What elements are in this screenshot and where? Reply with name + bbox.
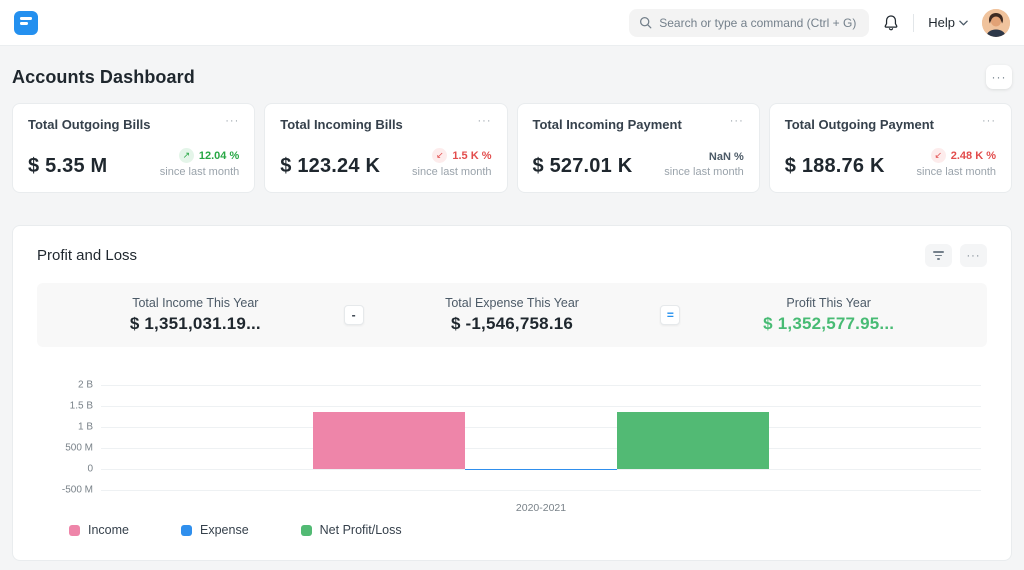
- legend-label: Income: [88, 523, 129, 537]
- summary-profit-value: $ 1,352,577.95...: [680, 314, 977, 334]
- stat-card-total-incoming-payment: Total Incoming Payment ··· $ 527.01 K Na…: [517, 103, 760, 193]
- summary-income-label: Total Income This Year: [47, 296, 344, 310]
- summary-income: Total Income This Year $ 1,351,031.19...: [47, 296, 344, 334]
- stat-cards-row: Total Outgoing Bills ··· $ 5.35 M ↗ 12.0…: [0, 103, 1024, 193]
- legend-label: Expense: [200, 523, 249, 537]
- gridline: [101, 406, 981, 407]
- y-axis-tick: -500 M: [37, 485, 93, 496]
- avatar-image: [982, 9, 1010, 37]
- card-value: $ 5.35 M: [28, 155, 107, 178]
- summary-profit: Profit This Year $ 1,352,577.95...: [680, 296, 977, 334]
- bar-net-profit-loss[interactable]: [617, 412, 769, 469]
- main-content: Accounts Dashboard ··· Total Outgoing Bi…: [0, 46, 1024, 561]
- gridline: [101, 385, 981, 386]
- legend-item-expense[interactable]: Expense: [181, 523, 249, 537]
- bar-income[interactable]: [313, 412, 465, 469]
- top-navbar: Search or type a command (Ctrl + G) Help: [0, 0, 1024, 46]
- notifications-button[interactable]: [883, 14, 899, 31]
- card-note: since last month: [664, 166, 743, 178]
- card-change: NaN %: [709, 151, 744, 163]
- income-legend-marker: [69, 525, 80, 536]
- x-axis-label: 2020-2021: [516, 502, 566, 514]
- summary-income-value: $ 1,351,031.19...: [47, 314, 344, 334]
- search-placeholder: Search or type a command (Ctrl + G): [659, 16, 856, 30]
- card-title: Total Incoming Payment: [533, 117, 682, 132]
- expense-legend-marker: [181, 525, 192, 536]
- card-change: 1.5 K %: [452, 150, 491, 162]
- chart-menu-button[interactable]: ···: [960, 244, 987, 267]
- legend-label: Net Profit/Loss: [320, 523, 402, 537]
- card-menu-button[interactable]: ···: [478, 117, 492, 125]
- trend-down-icon: ↙: [931, 148, 946, 163]
- trend-up-icon: ↗: [179, 148, 194, 163]
- filter-icon: [933, 251, 944, 260]
- y-axis-tick: 2 B: [37, 380, 93, 391]
- app-logo[interactable]: [14, 11, 38, 35]
- card-menu-button[interactable]: ···: [982, 117, 996, 125]
- minus-operator-icon: -: [344, 305, 364, 325]
- net-profit-legend-marker: [301, 525, 312, 536]
- stat-card-total-outgoing-payment: Total Outgoing Payment ··· $ 188.76 K ↙ …: [769, 103, 1012, 193]
- stat-card-total-outgoing-bills: Total Outgoing Bills ··· $ 5.35 M ↗ 12.0…: [12, 103, 255, 193]
- page-header: Accounts Dashboard ···: [0, 46, 1024, 103]
- card-change: 12.04 %: [199, 150, 239, 162]
- profit-loss-summary: Total Income This Year $ 1,351,031.19...…: [37, 283, 987, 347]
- gridline: [101, 448, 981, 449]
- help-menu[interactable]: Help: [928, 15, 968, 30]
- summary-expense-value: $ -1,546,758.16: [364, 314, 661, 334]
- equals-operator-icon: =: [660, 305, 680, 325]
- chart-legend: Income Expense Net Profit/Loss: [37, 517, 987, 543]
- app-logo-icon: [19, 16, 33, 30]
- filter-button[interactable]: [925, 244, 952, 267]
- y-axis-tick: 1 B: [37, 422, 93, 433]
- card-value: $ 188.76 K: [785, 155, 885, 178]
- help-label: Help: [928, 15, 955, 30]
- trend-down-icon: ↙: [432, 148, 447, 163]
- profit-loss-title: Profit and Loss: [37, 247, 137, 264]
- card-title: Total Outgoing Payment: [785, 117, 934, 132]
- card-note: since last month: [160, 166, 239, 178]
- summary-expense-label: Total Expense This Year: [364, 296, 661, 310]
- card-menu-button[interactable]: ···: [730, 117, 744, 125]
- summary-profit-label: Profit This Year: [680, 296, 977, 310]
- chevron-down-icon: [959, 20, 968, 26]
- search-icon: [639, 16, 652, 29]
- user-avatar[interactable]: [982, 9, 1010, 37]
- card-menu-button[interactable]: ···: [225, 117, 239, 125]
- y-axis-tick: 500 M: [37, 443, 93, 454]
- profit-loss-card: Profit and Loss ··· Total Income This Ye…: [12, 225, 1012, 561]
- card-note: since last month: [917, 166, 996, 178]
- legend-item-income[interactable]: Income: [69, 523, 129, 537]
- card-value: $ 527.01 K: [533, 155, 633, 178]
- gridline: [101, 490, 981, 491]
- card-value: $ 123.24 K: [280, 155, 380, 178]
- stat-card-total-incoming-bills: Total Incoming Bills ··· $ 123.24 K ↙ 1.…: [264, 103, 507, 193]
- legend-item-net-profit[interactable]: Net Profit/Loss: [301, 523, 402, 537]
- y-axis-tick: 1.5 B: [37, 401, 93, 412]
- card-title: Total Outgoing Bills: [28, 117, 151, 132]
- y-axis-tick: 0: [37, 464, 93, 475]
- summary-expense: Total Expense This Year $ -1,546,758.16: [364, 296, 661, 334]
- page-title: Accounts Dashboard: [12, 67, 195, 88]
- gridline: [101, 427, 981, 428]
- card-note: since last month: [412, 166, 491, 178]
- card-title: Total Incoming Bills: [280, 117, 403, 132]
- bell-icon: [883, 14, 899, 31]
- page-menu-button[interactable]: ···: [986, 65, 1012, 89]
- profit-loss-chart: 2 B 1.5 B 1 B 500 M 0 -500 M 2020-2021: [37, 369, 987, 517]
- navbar-divider: [913, 14, 914, 32]
- search-input[interactable]: Search or type a command (Ctrl + G): [629, 9, 869, 37]
- bar-expense[interactable]: [465, 469, 617, 470]
- card-change: 2.48 K %: [951, 150, 996, 162]
